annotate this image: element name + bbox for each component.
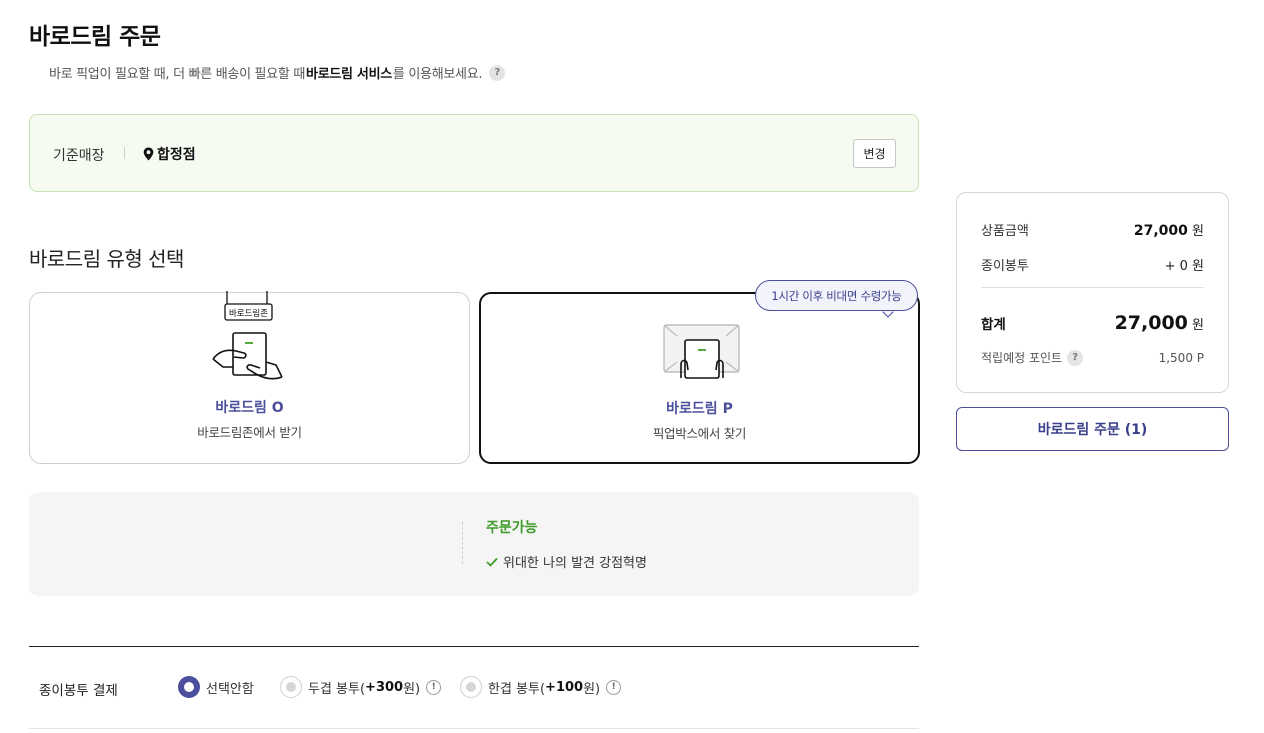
bag-option-price: +300	[365, 679, 404, 695]
page-subtitle: 바로 픽업이 필요할 때, 더 빠른 배송이 필요할 때 바로드림 서비스 를 …	[49, 63, 506, 82]
availability-status: 주문가능	[486, 520, 538, 536]
bag-option-none[interactable]: 선택안함	[178, 676, 254, 698]
pickup-box-illustration-icon	[663, 324, 740, 379]
summary-row-points: 적립예정 포인트? 1,500 P	[981, 349, 1204, 366]
bag-option-label: 선택안함	[206, 681, 254, 697]
section-divider	[29, 646, 919, 647]
product-amount: 27,000 원	[1133, 223, 1204, 239]
info-warning-icon[interactable]: !	[426, 679, 442, 695]
total-amount: 27,000 원	[1114, 312, 1204, 334]
points-value: 1,500 P	[1158, 351, 1204, 365]
location-pin-icon	[143, 147, 154, 161]
total-label: 합계	[981, 317, 1006, 333]
subtitle-highlight: 바로드림 서비스	[306, 67, 392, 82]
pickup-zone-illustration-icon: 바로드림존	[212, 291, 283, 380]
pickup-zone-badge: 바로드림존	[229, 308, 268, 319]
info-warning-icon[interactable]: !	[606, 679, 622, 695]
summary-row-bag: 종이봉투 + 0 원	[981, 255, 1204, 274]
summary-row-product: 상품금액 27,000 원	[981, 220, 1204, 239]
store-label: 기준매장	[53, 148, 105, 164]
bottom-divider	[29, 728, 919, 729]
radio-unselected-icon[interactable]	[280, 676, 302, 698]
type-option-baro-p[interactable]: 바로드림 P 픽업박스에서 찾기	[479, 292, 920, 464]
points-label: 적립예정 포인트?	[981, 349, 1084, 366]
help-icon[interactable]: ?	[1067, 349, 1084, 366]
product-amount-label: 상품금액	[981, 224, 1029, 239]
type-option-title: 바로드림 P	[666, 401, 733, 417]
bag-option-double[interactable]: 두겹 봉투(+300 원) !	[280, 676, 442, 698]
bag-option-price: +100	[545, 679, 584, 695]
type-option-baro-o[interactable]: 바로드림존 바로드림 O 바로드림존에서 받기	[29, 291, 470, 464]
subtitle-text: 바로 픽업이 필요할 때, 더 빠른 배송이 필요할 때	[49, 67, 306, 82]
type-option-desc: 바로드림존에서 받기	[197, 425, 302, 440]
availability-box: 주문가능 위대한 나의 발견 강점혁명	[29, 492, 919, 596]
availability-item-title: 위대한 나의 발견 강점혁명	[503, 556, 647, 571]
radio-selected-icon[interactable]	[178, 676, 200, 698]
bag-option-unit: 원)	[583, 681, 601, 697]
summary-row-total: 합계 27,000 원	[981, 312, 1204, 334]
type-section-title: 바로드림 유형 선택	[29, 247, 184, 271]
type-option-desc: 픽업박스에서 찾기	[652, 426, 747, 441]
store-name: 합정점	[143, 144, 196, 164]
availability-divider	[462, 522, 463, 564]
contactless-tooltip: 1시간 이후 비대면 수령가능	[755, 280, 918, 311]
store-name-text: 합정점	[157, 147, 196, 163]
subtitle-text-end: 를 이용해보세요.	[392, 67, 483, 82]
order-summary: 상품금액 27,000 원 종이봉투 + 0 원 합계 27,000 원 적립예…	[956, 192, 1229, 393]
paper-bag-label: 종이봉투 결제	[39, 683, 118, 699]
store-box: 기준매장 합정점 변경	[29, 114, 919, 192]
store-divider	[124, 147, 125, 159]
bag-option-unit: 원)	[403, 681, 421, 697]
bag-option-label: 두겹 봉투(	[308, 681, 366, 697]
bag-amount: + 0 원	[1164, 259, 1204, 274]
page-title: 바로드림 주문	[29, 24, 161, 50]
bag-amount-label: 종이봉투	[981, 259, 1029, 274]
bag-option-single[interactable]: 한겹 봉투(+100 원) !	[460, 676, 622, 698]
change-store-button[interactable]: 변경	[853, 139, 896, 168]
type-option-title: 바로드림 O	[215, 400, 284, 416]
help-icon[interactable]: ?	[489, 64, 506, 81]
bag-option-label: 한겹 봉투(	[488, 681, 546, 697]
radio-unselected-icon[interactable]	[460, 676, 482, 698]
baro-order-button[interactable]: 바로드림 주문 (1)	[956, 407, 1229, 451]
summary-divider	[981, 287, 1204, 288]
check-icon	[486, 557, 498, 567]
availability-item: 위대한 나의 발견 강점혁명	[486, 552, 647, 571]
